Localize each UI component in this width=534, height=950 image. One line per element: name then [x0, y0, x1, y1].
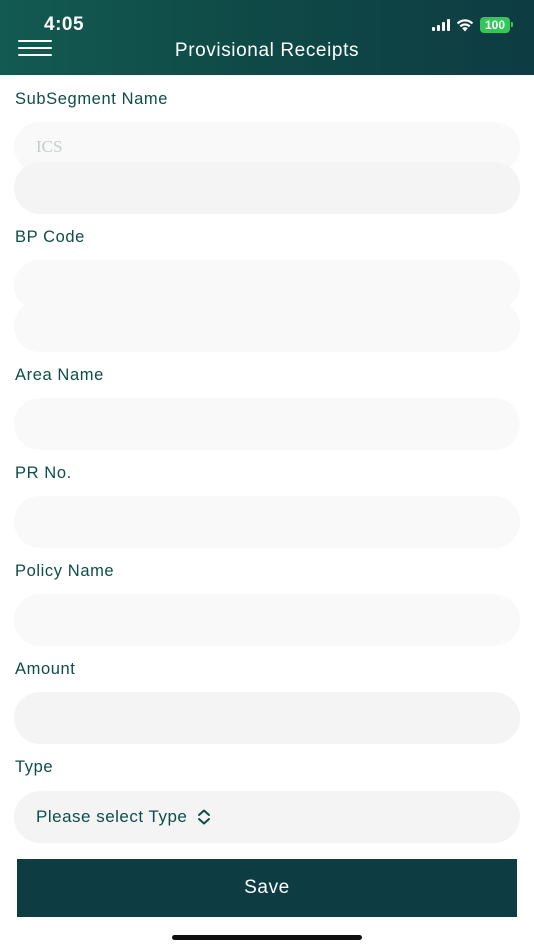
wifi-icon [456, 18, 474, 31]
area-name-label: Area Name [15, 366, 104, 384]
page-title: Provisional Receipts [174, 40, 360, 61]
bp-code-label: BP Code [15, 228, 85, 246]
area-name-input[interactable] [14, 398, 520, 450]
app-header: 4:05 100 Provisional Receipts [0, 0, 534, 75]
status-time: 4:05 [44, 14, 85, 35]
cellular-signal-icon [431, 19, 450, 31]
type-select[interactable]: Please select Type [14, 791, 520, 843]
amount-input[interactable] [14, 692, 520, 744]
save-button[interactable]: Save [17, 859, 517, 917]
type-label: Type [15, 758, 54, 776]
subsegment-label: SubSegment Name [15, 90, 168, 108]
amount-label: Amount [15, 660, 76, 678]
pr-no-input[interactable] [14, 496, 520, 548]
policy-name-input[interactable] [14, 594, 520, 646]
bp-code-input[interactable] [14, 300, 520, 352]
chevron-up-down-icon [197, 809, 211, 825]
policy-name-label: Policy Name [15, 562, 115, 580]
status-icons: 100 [431, 17, 514, 33]
pr-no-label: PR No. [15, 464, 72, 482]
type-select-value: Please select Type [36, 807, 188, 826]
battery-icon: 100 [479, 17, 514, 33]
home-indicator [172, 935, 362, 940]
subsegment-input[interactable] [14, 162, 520, 214]
